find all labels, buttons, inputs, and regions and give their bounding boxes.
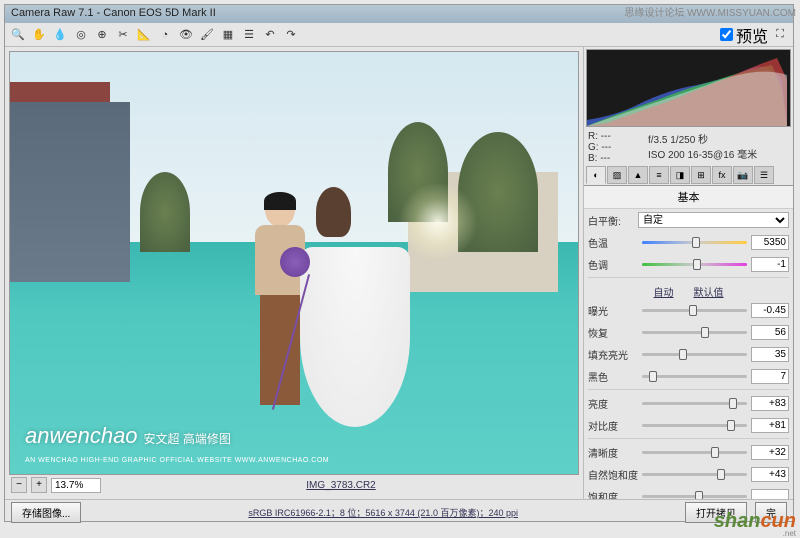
hand-tool-icon[interactable]: ✋ <box>30 26 48 44</box>
fill-slider[interactable] <box>642 347 747 361</box>
zoom-out-button[interactable]: − <box>11 477 27 493</box>
photo-content: anwenchao安文超 高端修图 AN WENCHAO HIGH-END GR… <box>10 52 578 474</box>
site-watermark: 思缘设计论坛 WWW.MISSYUAN.COM <box>624 4 796 19</box>
filename-label: IMG_3783.CR2 <box>105 480 577 491</box>
zoom-in-button[interactable]: + <box>31 477 47 493</box>
zoom-tool-icon[interactable]: 🔍 <box>9 26 27 44</box>
exposure-value[interactable] <box>751 303 789 318</box>
black-slider[interactable] <box>642 369 747 383</box>
temp-value[interactable] <box>751 235 789 250</box>
tint-value[interactable] <box>751 257 789 272</box>
tab-hsl[interactable]: ≡ <box>649 166 669 184</box>
grad-filter-icon[interactable]: ▦ <box>219 26 237 44</box>
auto-link[interactable]: 自动 <box>654 284 674 299</box>
panel-tabs: ◐ ▨ ▲ ≡ ◨ ⊞ fx 📷 ☰ <box>584 166 793 186</box>
rgb-readout: R: ---G: ---B: --- f/3.5 1/250 秒ISO 200 … <box>584 129 793 166</box>
recovery-value[interactable] <box>751 325 789 340</box>
rotate-cw-icon[interactable]: ↷ <box>282 26 300 44</box>
target-adjust-icon[interactable]: ⊕ <box>93 26 111 44</box>
black-value[interactable] <box>751 369 789 384</box>
watermark: anwenchao安文超 高端修图 <box>25 423 231 449</box>
tab-fx[interactable]: fx <box>712 166 732 184</box>
tab-preset[interactable]: ☰ <box>754 166 774 184</box>
sat-value[interactable] <box>751 489 789 500</box>
exposure-slider[interactable] <box>642 303 747 317</box>
clarity-value[interactable] <box>751 445 789 460</box>
temp-slider[interactable] <box>642 235 747 249</box>
contrast-value[interactable] <box>751 418 789 433</box>
tab-basic[interactable]: ◐ <box>586 166 606 184</box>
adjust-brush-icon[interactable]: 🖌 <box>198 26 216 44</box>
basic-panel: 白平衡: 自定 色温 色调 自动默认值 曝光 恢复 填充亮光 黑色 亮度 对比度… <box>584 209 793 499</box>
bright-slider[interactable] <box>642 396 747 410</box>
tab-split[interactable]: ◨ <box>670 166 690 184</box>
redeye-tool-icon[interactable]: 👁 <box>177 26 195 44</box>
prefs-icon[interactable]: ☰ <box>240 26 258 44</box>
panel-title: 基本 <box>584 186 793 209</box>
wb-label: 白平衡: <box>588 213 638 228</box>
fullscreen-icon[interactable]: ⛶ <box>771 26 789 44</box>
color-sampler-icon[interactable]: ◎ <box>72 26 90 44</box>
crop-tool-icon[interactable]: ✂ <box>114 26 132 44</box>
tab-cal[interactable]: 📷 <box>733 166 753 184</box>
sat-slider[interactable] <box>642 489 747 499</box>
save-button[interactable]: 存储图像... <box>11 502 81 523</box>
contrast-slider[interactable] <box>642 418 747 432</box>
tab-lens[interactable]: ⊞ <box>691 166 711 184</box>
tab-detail[interactable]: ▲ <box>628 166 648 184</box>
toolbar: 🔍 ✋ 💧 ◎ ⊕ ✂ 📐 ◔ 👁 🖌 ▦ ☰ ↶ ↷ 预览 ⛶ <box>5 23 793 47</box>
recovery-slider[interactable] <box>642 325 747 339</box>
tab-curve[interactable]: ▨ <box>607 166 627 184</box>
preview-checkbox[interactable]: 预览 <box>720 23 768 47</box>
rotate-ccw-icon[interactable]: ↶ <box>261 26 279 44</box>
vibrance-slider[interactable] <box>642 467 747 481</box>
histogram[interactable] <box>586 49 791 127</box>
workflow-link[interactable]: sRGB IRC61966-2.1；8 位；5616 x 3744 (21.0 … <box>89 506 677 519</box>
clarity-slider[interactable] <box>642 445 747 459</box>
straighten-tool-icon[interactable]: 📐 <box>135 26 153 44</box>
bright-value[interactable] <box>751 396 789 411</box>
fill-value[interactable] <box>751 347 789 362</box>
default-link[interactable]: 默认值 <box>694 284 724 299</box>
wb-tool-icon[interactable]: 💧 <box>51 26 69 44</box>
watermark-sub: AN WENCHAO HIGH-END GRAPHIC OFFICIAL WEB… <box>25 457 329 464</box>
zoom-value[interactable]: 13.7% <box>51 478 101 493</box>
image-preview[interactable]: anwenchao安文超 高端修图 AN WENCHAO HIGH-END GR… <box>9 51 579 475</box>
vibrance-value[interactable] <box>751 467 789 482</box>
tint-slider[interactable] <box>642 257 747 271</box>
wb-select[interactable]: 自定 <box>638 212 789 228</box>
spot-tool-icon[interactable]: ◔ <box>156 26 174 44</box>
